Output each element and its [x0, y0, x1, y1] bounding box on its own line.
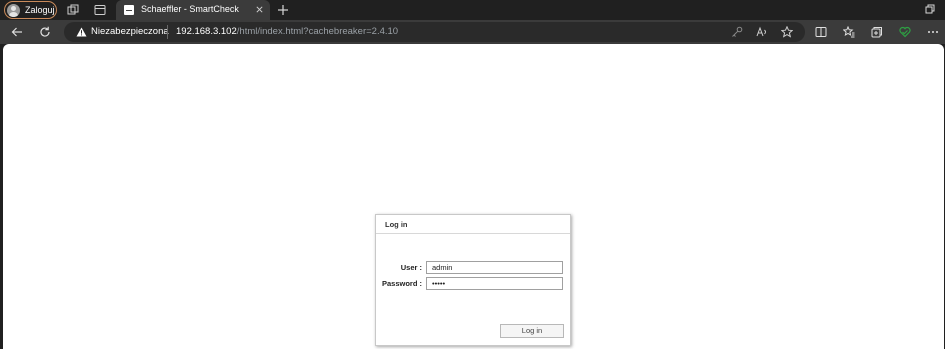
split-screen-icon[interactable]	[815, 26, 827, 38]
url-path: /html/index.html?cachebreaker=2.4.10	[236, 26, 399, 37]
back-arrow-icon[interactable]	[11, 26, 23, 38]
refresh-icon[interactable]	[39, 26, 51, 38]
omnibox[interactable]: Niezabezpieczona 192.168.3.102/html/inde…	[64, 22, 805, 42]
read-aloud-icon[interactable]	[756, 26, 768, 38]
url-divider	[167, 25, 168, 39]
user-label: User :	[400, 263, 422, 272]
profile-button[interactable]: Zaloguj	[4, 1, 57, 19]
login-dialog-header: Log in	[376, 215, 570, 234]
favorite-star-icon[interactable]	[781, 26, 793, 38]
login-dialog: Log in User : Password : Log in	[375, 214, 571, 346]
user-input[interactable]	[426, 261, 563, 274]
favorites-icon[interactable]	[843, 26, 855, 38]
more-options-icon[interactable]	[927, 26, 939, 38]
close-tab-icon[interactable]	[255, 5, 264, 14]
tab-title: Schaeffler - SmartCheck	[141, 4, 239, 14]
url-host: 192.168.3.102	[176, 26, 237, 37]
login-dialog-title: Log in	[385, 220, 408, 229]
title-bar: Zaloguj Schaeffler - SmartCheck	[0, 0, 945, 20]
browser-essentials-heart-icon[interactable]	[899, 26, 911, 38]
tab-smartcheck[interactable]: Schaeffler - SmartCheck	[116, 0, 270, 20]
login-button[interactable]: Log in	[500, 324, 564, 338]
smartcheck-favicon-icon	[124, 5, 134, 15]
password-input[interactable]	[426, 277, 563, 290]
new-tab-plus-icon[interactable]	[277, 4, 289, 16]
avatar	[7, 3, 20, 17]
profile-label: Zaloguj	[25, 5, 55, 15]
tab-actions-icon[interactable]	[94, 4, 106, 16]
security-status-label[interactable]: Niezabezpieczona	[91, 26, 169, 37]
password-label: Password :	[382, 279, 423, 288]
workspaces-icon[interactable]	[67, 4, 79, 16]
warning-triangle-icon[interactable]	[76, 27, 87, 37]
restore-window-icon[interactable]	[925, 4, 935, 14]
address-toolbar: Niezabezpieczona 192.168.3.102/html/inde…	[0, 20, 945, 44]
url-text[interactable]: 192.168.3.102/html/index.html?cachebreak…	[176, 26, 398, 37]
key-icon[interactable]	[731, 26, 743, 38]
collections-icon[interactable]	[871, 26, 883, 38]
